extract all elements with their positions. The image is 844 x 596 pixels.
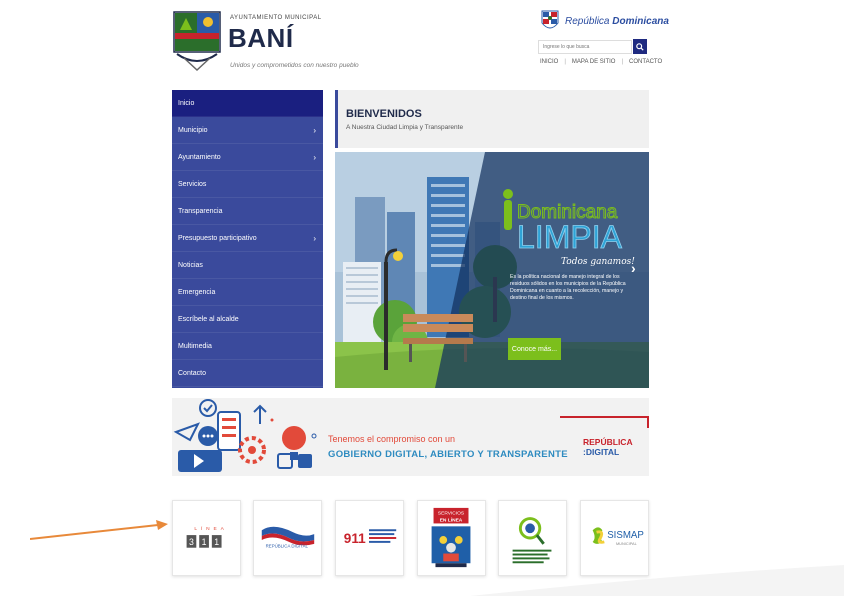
emergencias-911-logo: 911	[344, 529, 397, 546]
sidebar-item-label: Emergencia	[178, 288, 216, 296]
gov-brand-prefix: República	[565, 16, 610, 27]
org-small-title: AYUNTAMIENTO MUNICIPAL	[230, 15, 322, 21]
page: AYUNTAMIENTO MUNICIPAL BANÍ Unidos y com…	[0, 0, 844, 596]
sidebar-item-label: Contacto	[178, 369, 207, 377]
linea-311-digit: 3	[189, 537, 194, 547]
annotation-arrow-icon	[30, 520, 168, 540]
sidebar-item-label: Inicio	[178, 99, 195, 107]
welcome-title: BIENVENIDOS	[346, 108, 422, 120]
sidebar-item-noticias[interactable]: Noticias	[172, 252, 323, 279]
republica-digital-text: REPÚBLICA DIGITAL	[266, 544, 309, 549]
republica-digital-line1: REPÚBLICA	[583, 437, 633, 447]
welcome-subtitle: A Nuestra Ciudad Limpia y Transparente	[346, 124, 464, 131]
digital-government-illustration	[173, 399, 317, 472]
top-link-contacto[interactable]: CONTACTO	[629, 59, 662, 65]
sidebar-item-label: Escríbele al alcalde	[178, 315, 239, 323]
sidebar-item-label: Noticias	[178, 261, 203, 269]
sidebar-item-inicio[interactable]: Inicio	[172, 90, 323, 117]
sidebar-item-emergencia[interactable]: Emergencia	[172, 279, 323, 306]
top-links: INICIO | MAPA DE SITIO | CONTACTO	[540, 59, 662, 65]
sidebar-item-servicios[interactable]: Servicios	[172, 171, 323, 198]
tile-linea-311[interactable]: LÍNEA 3 1 1	[172, 500, 241, 576]
sidebar-item-label: Transparencia	[178, 207, 223, 215]
tagline: Unidos y comprometidos con nuestro puebl…	[230, 62, 359, 69]
linea-311-logo: LÍNEA 3 1 1	[186, 525, 227, 548]
linea-311-digit: 1	[214, 537, 219, 547]
slide-logo-slogan: Todos ganamos!	[561, 257, 635, 267]
sismap-subtitle: MUNICIPAL	[616, 541, 638, 546]
sidebar-item-contacto[interactable]: Contacto	[172, 360, 323, 387]
sidebar-item-presupuesto-participativo[interactable]: Presupuesto participativo ›	[172, 225, 323, 252]
gobierno-digital-banner[interactable]: Tenemos el compromiso con un GOBIERNO DI…	[172, 398, 649, 476]
sidebar-item-label: Multimedia	[178, 342, 212, 350]
search-input[interactable]	[538, 40, 632, 54]
servicios-line1: SERVICIOS	[438, 511, 465, 517]
republica-digital-logo: REPÚBLICA DIGITAL	[261, 526, 315, 549]
chevron-right-icon: ›	[313, 152, 316, 162]
republica-digital-line2: :DIGITAL	[583, 447, 620, 457]
sidebar-item-transparencia[interactable]: Transparencia	[172, 198, 323, 225]
emergencias-911-number: 911	[344, 531, 366, 546]
city-park-illustration: Dominicana LIMPIA Todos ganamos!	[335, 152, 649, 388]
top-link-inicio[interactable]: INICIO	[540, 59, 558, 65]
top-link-divider: |	[621, 59, 624, 65]
banner-accent-line	[560, 416, 649, 418]
slider-next-arrow[interactable]: ›	[631, 260, 636, 276]
sidebar-item-municipio[interactable]: Municipio ›	[172, 117, 323, 144]
sidebar-item-label: Municipio	[178, 126, 208, 134]
servicios-en-linea-logo: SERVICIOS EN LÍNEA	[431, 507, 471, 568]
observatorio-logo	[512, 517, 552, 564]
gov-brand-name: Dominicana	[612, 16, 669, 27]
sidebar-item-escribele-al-alcalde[interactable]: Escríbele al alcalde	[172, 306, 323, 333]
sidebar-item-ayuntamiento[interactable]: Ayuntamiento ›	[172, 144, 323, 171]
conoce-mas-button[interactable]: Conoce más...	[508, 338, 561, 360]
sidebar-item-label: Ayuntamiento	[178, 153, 221, 161]
gov-brand[interactable]: República Dominicana	[565, 16, 669, 27]
banner-line1: Tenemos el compromiso con un	[328, 434, 456, 444]
sismap-logo: SISMAP MUNICIPAL	[592, 527, 644, 546]
banner-accent-line	[647, 416, 649, 428]
banner-line2: GOBIERNO DIGITAL, ABIERTO Y TRANSPARENTE	[328, 449, 568, 460]
top-link-mapa-de-sitio[interactable]: MAPA DE SITIO	[572, 59, 616, 65]
linea-311-digit: 1	[202, 537, 207, 547]
chevron-right-icon: ›	[313, 233, 316, 243]
tile-republica-digital[interactable]: REPÚBLICA DIGITAL	[253, 500, 322, 576]
search-button[interactable]	[633, 39, 647, 54]
hero-slider: Dominicana LIMPIA Todos ganamos! Es la p…	[335, 152, 649, 388]
top-link-divider: |	[564, 59, 566, 65]
tile-911-emergencias[interactable]: 911	[335, 500, 404, 576]
bani-coat-of-arms-logo[interactable]	[172, 10, 222, 72]
slide-description: Es la política nacional de manejo integr…	[510, 274, 626, 302]
sidebar-nav: Inicio Municipio › Ayuntamiento › Servicio…	[172, 90, 323, 388]
chevron-right-icon: ›	[313, 125, 316, 135]
sismap-title: SISMAP	[607, 530, 644, 541]
sidebar-item-multimedia[interactable]: Multimedia	[172, 333, 323, 360]
decorative-swoosh	[470, 565, 844, 596]
sidebar-item-label: Servicios	[178, 180, 207, 188]
rd-coat-of-arms-icon	[541, 10, 559, 29]
sidebar-item-label: Presupuesto participativo	[178, 234, 257, 242]
slide-logo-line2: LIMPIA	[517, 219, 623, 255]
search-icon	[636, 42, 644, 51]
welcome-box: BIENVENIDOS A Nuestra Ciudad Limpia y Tr…	[335, 90, 649, 148]
linea-311-top-text: LÍNEA	[194, 525, 227, 532]
org-name[interactable]: BANÍ	[228, 23, 294, 54]
